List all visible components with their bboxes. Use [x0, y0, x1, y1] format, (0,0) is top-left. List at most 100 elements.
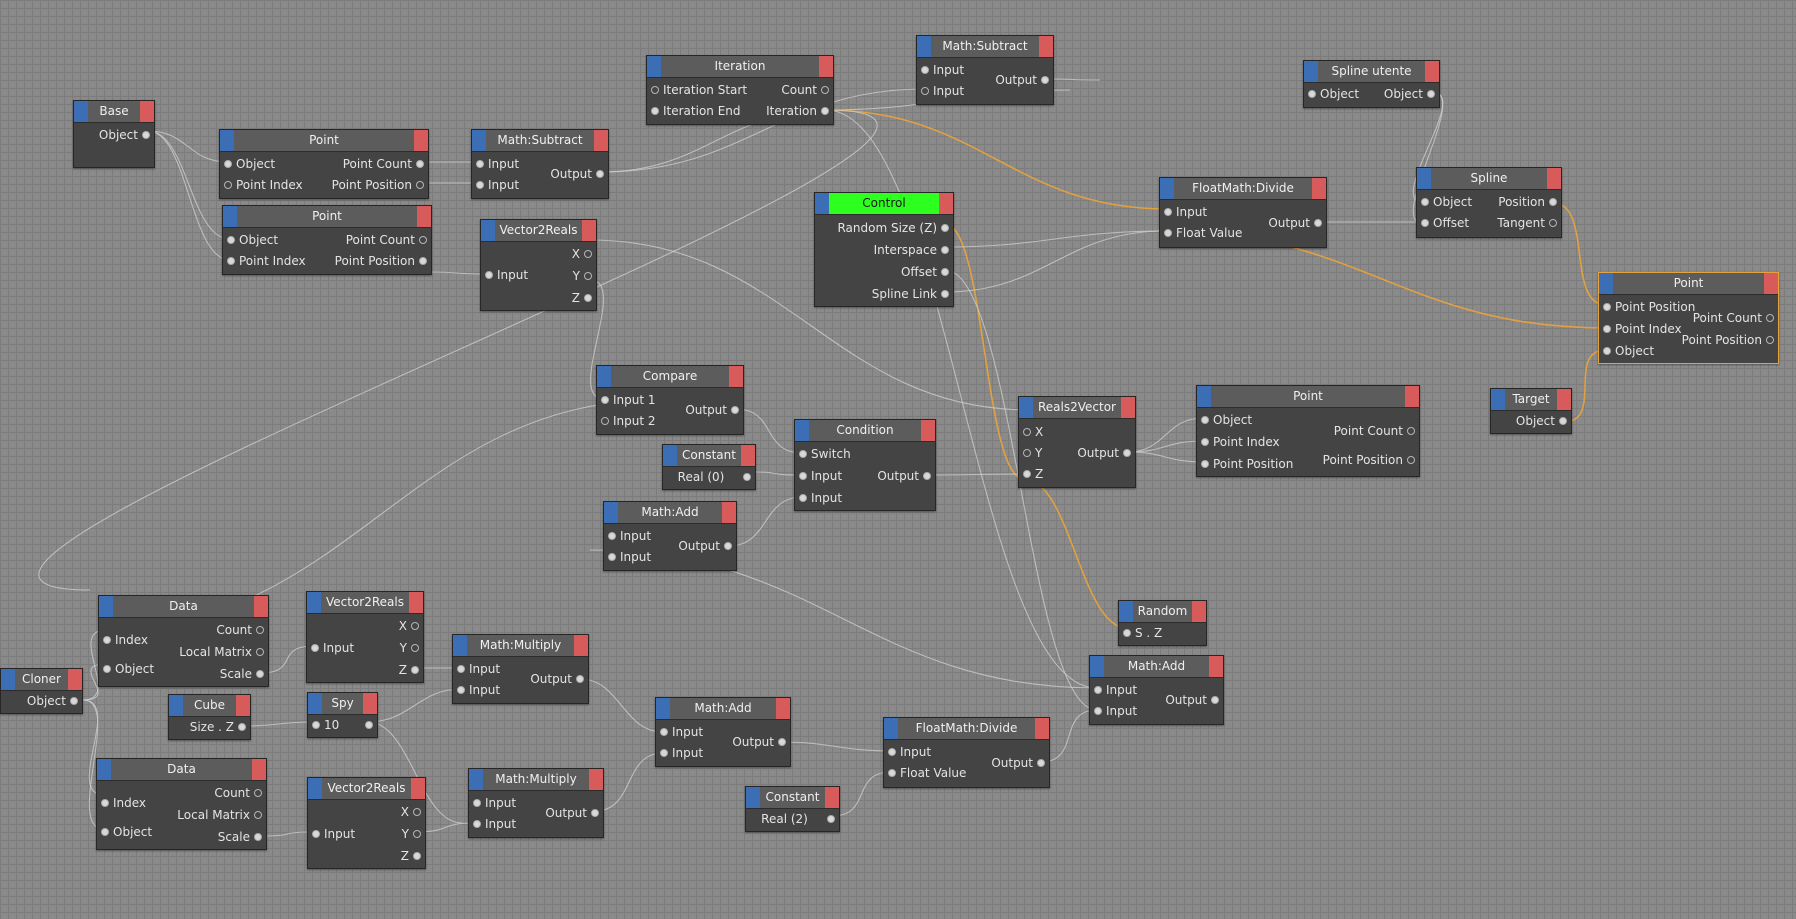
port-dot-icon[interactable]: [142, 131, 150, 139]
input-pin-tab[interactable]: [308, 693, 322, 714]
port-dot-icon[interactable]: [921, 66, 929, 74]
port-dot-icon[interactable]: [476, 160, 484, 168]
node-title[interactable]: FloatMath:Divide: [884, 718, 1049, 740]
output-port[interactable]: Output: [877, 466, 931, 487]
port-dot-icon[interactable]: [591, 809, 599, 817]
port-dot-icon[interactable]: [888, 748, 896, 756]
input-pin-tab[interactable]: [1491, 389, 1505, 410]
node-cloner[interactable]: Cloner Object: [0, 668, 83, 714]
port-dot-icon[interactable]: [1766, 336, 1774, 344]
port-dot-icon[interactable]: [601, 396, 609, 404]
input-port[interactable]: Input 1: [601, 390, 656, 411]
output-pin-tab[interactable]: [939, 193, 953, 214]
output-port[interactable]: Z: [399, 660, 419, 681]
output-pin-tab[interactable]: [409, 592, 423, 613]
output-pin-tab[interactable]: [1425, 61, 1439, 82]
output-port[interactable]: Point Position: [332, 175, 424, 196]
node-title[interactable]: Vector2Reals: [481, 220, 596, 242]
input-pin-tab[interactable]: [99, 596, 113, 617]
port-dot-icon[interactable]: [1037, 759, 1045, 767]
input-port[interactable]: Y: [1023, 443, 1042, 464]
port-dot-icon[interactable]: [416, 160, 424, 168]
input-pin-tab[interactable]: [1, 669, 15, 690]
port-dot-icon[interactable]: [411, 644, 419, 652]
input-port[interactable]: Input 2: [601, 411, 656, 432]
node-random[interactable]: Random S . Z: [1118, 600, 1207, 646]
node-title[interactable]: Constant: [746, 787, 839, 809]
output-pin-tab[interactable]: [819, 56, 833, 77]
output-pin-tab[interactable]: [1121, 397, 1135, 418]
node-math-multiply[interactable]: Math:Multiply Input Input Output: [452, 634, 589, 704]
port-dot-icon[interactable]: [473, 799, 481, 807]
port-dot-icon[interactable]: [1407, 456, 1415, 464]
output-port[interactable]: Position: [1498, 192, 1557, 213]
node-title[interactable]: Point: [1599, 273, 1778, 295]
output-port[interactable]: Real (2): [746, 809, 835, 830]
output-pin-tab[interactable]: [252, 759, 266, 780]
input-port[interactable]: Input: [1094, 680, 1137, 701]
port-dot-icon[interactable]: [411, 622, 419, 630]
port-dot-icon[interactable]: [256, 626, 264, 634]
port-dot-icon[interactable]: [70, 697, 78, 705]
output-pin-tab[interactable]: [1035, 718, 1049, 739]
node-title[interactable]: Data: [97, 759, 266, 781]
input-pin-tab[interactable]: [1090, 656, 1104, 677]
input-port[interactable]: 10: [312, 715, 339, 736]
port-dot-icon[interactable]: [1308, 90, 1316, 98]
input-port[interactable]: Object: [1201, 410, 1252, 431]
input-port[interactable]: Input: [660, 743, 703, 764]
input-pin-tab[interactable]: [917, 36, 931, 57]
port-dot-icon[interactable]: [1314, 219, 1322, 227]
port-dot-icon[interactable]: [256, 648, 264, 656]
output-port[interactable]: Y: [402, 824, 421, 845]
output-pin-tab[interactable]: [729, 366, 743, 387]
port-dot-icon[interactable]: [1094, 686, 1102, 694]
port-dot-icon[interactable]: [312, 721, 320, 729]
port-dot-icon[interactable]: [724, 542, 732, 550]
output-port[interactable]: Output: [1165, 690, 1219, 711]
input-port[interactable]: Input: [888, 742, 931, 763]
port-dot-icon[interactable]: [485, 271, 493, 279]
output-port[interactable]: Z: [572, 288, 592, 309]
output-pin-tab[interactable]: [1405, 386, 1419, 407]
port-dot-icon[interactable]: [821, 107, 829, 115]
port-dot-icon[interactable]: [743, 473, 751, 481]
port-dot-icon[interactable]: [413, 808, 421, 816]
output-port[interactable]: Spline Link: [872, 284, 949, 305]
port-dot-icon[interactable]: [413, 852, 421, 860]
input-port[interactable]: Point Position: [1201, 454, 1293, 475]
port-dot-icon[interactable]: [1407, 427, 1415, 435]
input-pin-tab[interactable]: [1119, 601, 1133, 622]
port-dot-icon[interactable]: [799, 494, 807, 502]
port-dot-icon[interactable]: [1123, 449, 1131, 457]
output-pin-tab[interactable]: [254, 596, 268, 617]
node-constant[interactable]: Constant Real (2): [745, 786, 840, 832]
port-dot-icon[interactable]: [1201, 438, 1209, 446]
port-dot-icon[interactable]: [224, 160, 232, 168]
output-port[interactable]: Object: [99, 125, 150, 146]
input-port[interactable]: Input: [457, 659, 500, 680]
output-port[interactable]: Object: [1516, 411, 1567, 432]
node-base[interactable]: Base Object: [73, 100, 155, 168]
port-dot-icon[interactable]: [651, 86, 659, 94]
output-pin-tab[interactable]: [574, 635, 588, 656]
output-port[interactable]: Output: [995, 70, 1049, 91]
node-title[interactable]: Math:Subtract: [472, 130, 608, 152]
input-port[interactable]: S . Z: [1123, 623, 1162, 644]
output-port[interactable]: Point Count: [343, 154, 424, 175]
input-port[interactable]: Index: [103, 630, 148, 651]
port-dot-icon[interactable]: [1421, 198, 1429, 206]
input-port[interactable]: X: [1023, 422, 1043, 443]
output-port[interactable]: X: [401, 802, 421, 823]
output-port[interactable]: Output: [678, 536, 732, 557]
input-pin-tab[interactable]: [1019, 397, 1033, 418]
input-port[interactable]: Float Value: [1164, 223, 1242, 244]
port-dot-icon[interactable]: [1201, 460, 1209, 468]
port-dot-icon[interactable]: [799, 472, 807, 480]
port-dot-icon[interactable]: [101, 799, 109, 807]
port-dot-icon[interactable]: [601, 417, 609, 425]
input-pin-tab[interactable]: [795, 420, 809, 441]
input-pin-tab[interactable]: [74, 101, 88, 122]
port-dot-icon[interactable]: [584, 272, 592, 280]
input-port[interactable]: Input: [476, 175, 519, 196]
